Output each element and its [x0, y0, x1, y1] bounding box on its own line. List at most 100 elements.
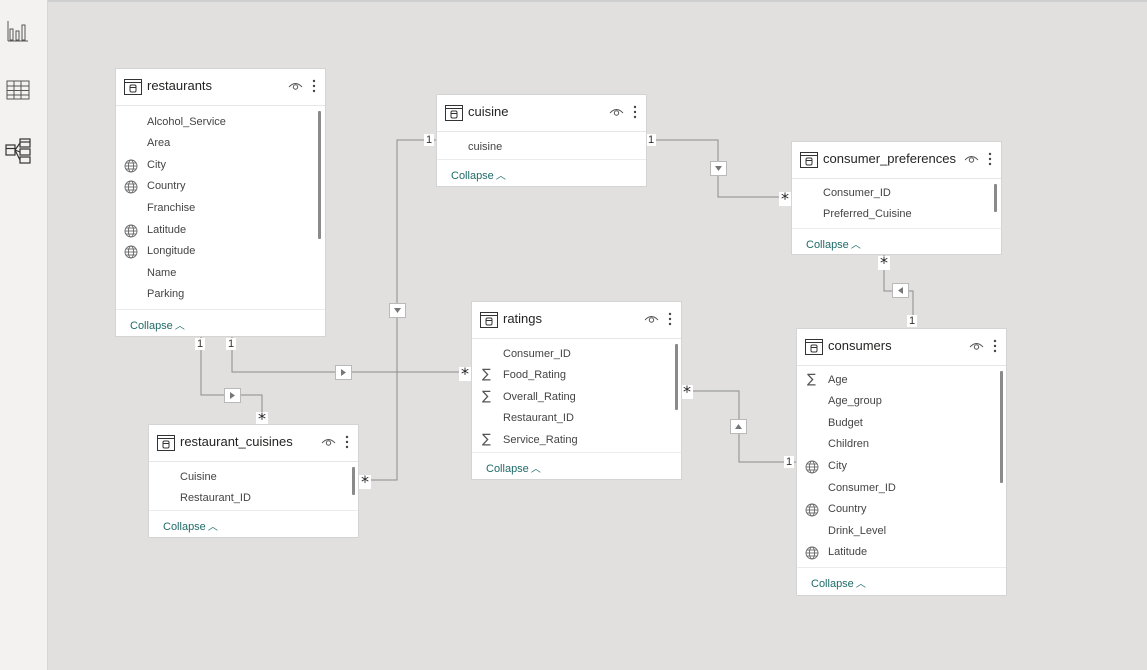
filter-direction-left-icon[interactable]	[893, 284, 908, 297]
table-header[interactable]: consumer_preferences	[792, 142, 1001, 179]
filter-direction-right-icon[interactable]	[336, 366, 351, 379]
table-card-consumer-preferences[interactable]: consumer_preferences Consumer_ID Preferr…	[792, 142, 1001, 254]
visibility-eye-icon[interactable]	[609, 106, 624, 118]
globe-icon	[124, 159, 138, 173]
collapse-link[interactable]: Collapse ︿	[486, 460, 541, 475]
chevron-up-icon: ︿	[855, 579, 866, 590]
cardinality-many: *	[459, 364, 471, 383]
field-row[interactable]: City	[116, 156, 325, 177]
scrollbar-thumb[interactable]	[1000, 371, 1003, 483]
table-icon	[805, 339, 823, 355]
field-row[interactable]: Name	[116, 264, 325, 285]
model-canvas[interactable]: 1 1 * * 1 1 1 * * 1 * * restaurants Alco…	[0, 0, 1147, 670]
filter-direction-down-icon[interactable]	[390, 304, 405, 317]
collapse-link[interactable]: Collapse ︿	[163, 518, 218, 533]
table-card-restaurant-cuisines[interactable]: restaurant_cuisines Cuisine Restaurant_I…	[149, 425, 358, 537]
field-row[interactable]: Country	[116, 177, 325, 198]
globe-icon	[124, 224, 138, 238]
filter-direction-up-icon[interactable]	[731, 420, 746, 433]
rel-restaurants-ratings	[231, 337, 472, 373]
cardinality-one: 1	[646, 134, 657, 146]
field-row[interactable]: ∑ Age	[797, 371, 1006, 392]
table-card-cuisine[interactable]: cuisine cuisine Collapse ︿	[437, 95, 646, 186]
field-row[interactable]: cuisine	[437, 138, 646, 159]
cardinality-many: *	[779, 189, 791, 208]
field-row[interactable]: Children	[797, 435, 1006, 456]
table-header[interactable]: ratings	[472, 302, 681, 339]
table-header[interactable]: consumers	[797, 329, 1006, 366]
field-row[interactable]: Parking	[116, 285, 325, 306]
chevron-up-icon: ︿	[495, 171, 506, 182]
filter-direction-right-icon[interactable]	[225, 389, 240, 402]
field-row[interactable]: Budget	[797, 414, 1006, 435]
cardinality-many: *	[256, 409, 268, 428]
globe-icon	[805, 503, 819, 517]
field-row[interactable]: Longitude	[116, 242, 325, 263]
collapse-row: Collapse ︿	[116, 309, 325, 336]
more-options-icon[interactable]	[311, 78, 317, 94]
cardinality-many: *	[878, 253, 890, 272]
field-row[interactable]: ∑ Service_Rating	[472, 431, 681, 452]
cardinality-one: 1	[424, 134, 435, 146]
globe-icon	[805, 546, 819, 560]
cardinality-many: *	[681, 382, 693, 401]
scrollbar-thumb[interactable]	[318, 111, 321, 239]
collapse-row: Collapse ︿	[792, 228, 1001, 255]
field-row[interactable]: Latitude	[116, 221, 325, 242]
collapse-row: Collapse ︿	[149, 510, 358, 537]
field-row[interactable]: Alcohol_Service	[116, 113, 325, 134]
field-row[interactable]: ∑ Food_Rating	[472, 366, 681, 387]
collapse-link[interactable]: Collapse ︿	[811, 575, 866, 590]
more-options-icon[interactable]	[667, 311, 673, 327]
field-row[interactable]: Area	[116, 134, 325, 155]
scrollbar-thumb[interactable]	[352, 467, 355, 495]
cardinality-one: 1	[195, 338, 206, 350]
cardinality-one: 1	[226, 338, 237, 350]
collapse-row: Collapse ︿	[437, 159, 646, 186]
field-row[interactable]: Consumer_ID	[797, 479, 1006, 500]
table-icon	[157, 435, 175, 451]
scrollbar-thumb[interactable]	[675, 344, 678, 410]
field-row[interactable]: Restaurant_ID	[149, 489, 358, 510]
field-row[interactable]: Restaurant_ID	[472, 409, 681, 430]
field-row[interactable]: Consumer_ID	[792, 184, 1001, 205]
table-header[interactable]: cuisine	[437, 95, 646, 132]
visibility-eye-icon[interactable]	[321, 436, 336, 448]
collapse-link[interactable]: Collapse ︿	[451, 167, 506, 182]
chevron-up-icon: ︿	[207, 522, 218, 533]
table-header[interactable]: restaurant_cuisines	[149, 425, 358, 462]
field-row[interactable]: Preferred_Cuisine	[792, 205, 1001, 226]
field-row[interactable]: ∑ Overall_Rating	[472, 388, 681, 409]
field-row[interactable]: Country	[797, 500, 1006, 521]
table-title: restaurant_cuisines	[180, 434, 293, 449]
field-row[interactable]: Drink_Level	[797, 522, 1006, 543]
sigma-icon: ∑	[807, 372, 816, 387]
visibility-eye-icon[interactable]	[288, 80, 303, 92]
field-row[interactable]: Latitude	[797, 543, 1006, 564]
more-options-icon[interactable]	[992, 338, 998, 354]
visibility-eye-icon[interactable]	[644, 313, 659, 325]
table-card-restaurants[interactable]: restaurants Alcohol_Service Area City Co…	[116, 69, 325, 336]
more-options-icon[interactable]	[632, 104, 638, 120]
table-header[interactable]: restaurants	[116, 69, 325, 106]
table-title: ratings	[503, 311, 543, 326]
table-icon	[480, 312, 498, 328]
table-icon	[800, 152, 818, 168]
collapse-link[interactable]: Collapse ︿	[130, 317, 185, 332]
field-row[interactable]: City	[797, 457, 1006, 478]
field-row[interactable]: Franchise	[116, 199, 325, 220]
more-options-icon[interactable]	[344, 434, 350, 450]
sigma-icon: ∑	[482, 432, 491, 447]
field-row[interactable]: Age_group	[797, 392, 1006, 413]
field-row[interactable]: Cuisine	[149, 468, 358, 489]
table-card-consumers[interactable]: consumers ∑ Age Age_group Budget Children…	[797, 329, 1006, 595]
sigma-icon: ∑	[482, 367, 491, 382]
scrollbar-thumb[interactable]	[994, 184, 997, 212]
visibility-eye-icon[interactable]	[964, 153, 979, 165]
field-row[interactable]: Consumer_ID	[472, 345, 681, 366]
visibility-eye-icon[interactable]	[969, 340, 984, 352]
collapse-link[interactable]: Collapse ︿	[806, 236, 861, 251]
table-card-ratings[interactable]: ratings Consumer_ID ∑ Food_Rating ∑ Overal…	[472, 302, 681, 479]
filter-direction-down-icon[interactable]	[711, 162, 726, 175]
more-options-icon[interactable]	[987, 151, 993, 167]
